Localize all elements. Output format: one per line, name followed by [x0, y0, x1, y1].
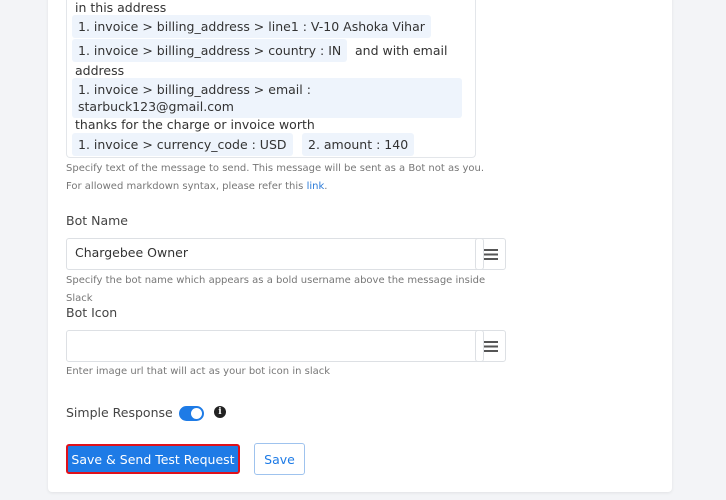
- message-text: thanks for the charge or invoice worth: [75, 117, 315, 132]
- save-and-send-test-button[interactable]: Save & Send Test Request: [66, 444, 240, 474]
- bot-icon-label: Bot Icon: [66, 305, 118, 320]
- bot-name-help: Specify the bot name which appears as a …: [66, 275, 486, 304]
- bot-name-input[interactable]: Chargebee Owner: [66, 238, 484, 270]
- variable-chip[interactable]: 1. invoice > currency_code : USD: [72, 133, 293, 156]
- message-text: in this address: [75, 0, 167, 15]
- simple-response-toggle[interactable]: [179, 406, 204, 421]
- bot-icon-menu-button[interactable]: [475, 330, 506, 362]
- message-text: and with email: [355, 43, 448, 58]
- hamburger-icon: [483, 340, 498, 352]
- bot-name-menu-button[interactable]: [475, 238, 506, 270]
- info-icon[interactable]: i: [214, 406, 226, 418]
- variable-chip[interactable]: 1. invoice > billing_address > line1 : V…: [72, 15, 431, 38]
- message-help: Specify text of the message to send. Thi…: [66, 163, 485, 192]
- bot-icon-input[interactable]: [66, 330, 484, 362]
- variable-chip[interactable]: 1. invoice > billing_address > email : s…: [72, 78, 462, 118]
- message-textarea[interactable]: in this address 1. invoice > billing_add…: [66, 0, 476, 158]
- chip-text: 1. invoice > billing_address > email :: [78, 82, 311, 97]
- bot-icon-help: Enter image url that will act as your bo…: [66, 366, 331, 377]
- hamburger-icon: [483, 248, 498, 260]
- message-text: address: [75, 63, 125, 78]
- save-button[interactable]: Save: [254, 443, 305, 475]
- markdown-link[interactable]: link: [307, 181, 325, 192]
- variable-chip[interactable]: 2. amount : 140: [302, 133, 415, 156]
- variable-chip[interactable]: 1. invoice > billing_address > country :…: [72, 39, 348, 62]
- bot-name-label: Bot Name: [66, 213, 128, 228]
- chip-text: starbuck123@gmail.com: [78, 99, 234, 114]
- simple-response-label: Simple Response: [66, 405, 173, 420]
